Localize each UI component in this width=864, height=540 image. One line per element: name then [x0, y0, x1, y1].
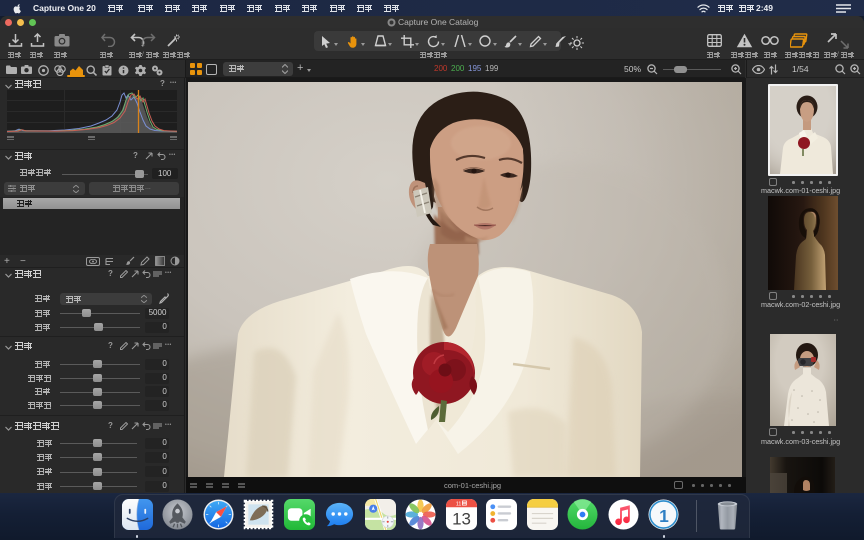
svg-text:11: 11: [456, 502, 462, 508]
svg-text:1: 1: [659, 506, 669, 526]
svg-text:13: 13: [452, 510, 471, 529]
